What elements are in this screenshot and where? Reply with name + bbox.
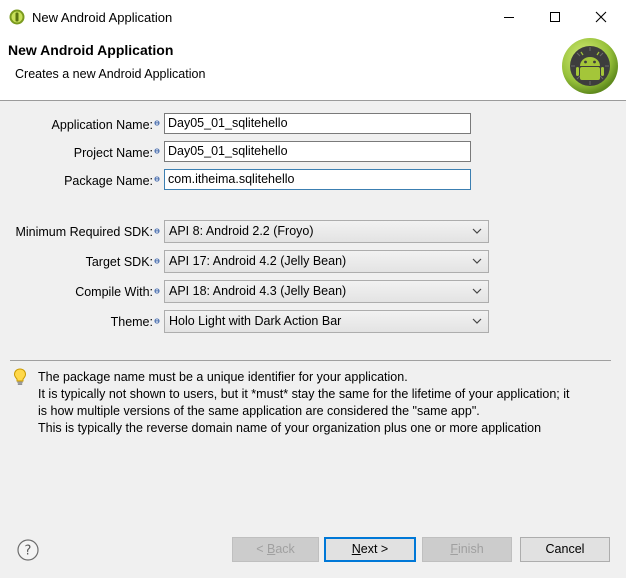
back-button[interactable]: < Back <box>232 537 319 562</box>
info-decorator-icon <box>154 148 160 154</box>
info-text-line: The package name must be a unique identi… <box>38 370 408 384</box>
close-icon <box>595 11 607 23</box>
info-decorator-icon <box>154 228 160 234</box>
info-text-line: is how multiple versions of the same app… <box>38 404 480 418</box>
lightbulb-icon <box>13 368 27 385</box>
theme-label: Theme: <box>110 315 153 329</box>
info-decorator-icon <box>154 258 160 264</box>
svg-text:?: ? <box>25 544 32 559</box>
chevron-down-icon <box>472 288 482 294</box>
compile-with-dropdown[interactable]: API 18: Android 4.3 (Jelly Bean) <box>164 280 489 303</box>
section-divider <box>10 360 611 361</box>
chevron-down-icon <box>472 258 482 264</box>
compile-with-label: Compile With: <box>75 285 153 299</box>
finish-button[interactable]: Finish <box>422 537 512 562</box>
project-name-label: Project Name: <box>73 146 153 160</box>
info-text-line: This is typically the reverse domain nam… <box>38 421 542 435</box>
project-name-field[interactable]: Day05_01_sqlitehello <box>164 141 471 162</box>
theme-value: Holo Light with Dark Action Bar <box>169 314 342 328</box>
info-decorator-icon <box>154 318 160 324</box>
help-icon[interactable]: ? <box>17 539 39 561</box>
target-sdk-label: Target SDK: <box>85 255 153 269</box>
page-title: New Android Application <box>8 42 174 58</box>
application-name-field[interactable]: Day05_01_sqlitehello <box>164 113 471 134</box>
info-text-line: It is typically not shown to users, but … <box>38 387 570 401</box>
maximize-button[interactable] <box>532 0 578 34</box>
maximize-icon <box>550 12 560 22</box>
compile-with-value: API 18: Android 4.3 (Jelly Bean) <box>169 284 347 298</box>
close-button[interactable] <box>578 0 624 34</box>
chevron-down-icon <box>472 318 482 324</box>
target-sdk-value: API 17: Android 4.2 (Jelly Bean) <box>169 254 347 268</box>
chevron-down-icon <box>472 228 482 234</box>
minimum-sdk-label: Minimum Required SDK: <box>15 225 153 239</box>
minimum-sdk-value: API 8: Android 2.2 (Froyo) <box>169 224 314 238</box>
info-decorator-icon <box>154 176 160 182</box>
info-decorator-icon <box>154 120 160 126</box>
application-name-label: Application Name: <box>51 118 153 132</box>
window-title: New Android Application <box>32 10 173 25</box>
theme-dropdown[interactable]: Holo Light with Dark Action Bar <box>164 310 489 333</box>
package-name-field[interactable]: com.itheima.sqlitehello <box>164 169 471 190</box>
android-logo-icon <box>562 38 618 94</box>
minimize-icon <box>504 17 514 18</box>
eclipse-app-icon <box>9 9 25 25</box>
package-name-label: Package Name: <box>64 174 153 188</box>
info-decorator-icon <box>154 288 160 294</box>
minimize-button[interactable] <box>486 0 532 34</box>
next-button[interactable]: Next > <box>324 537 416 562</box>
minimum-sdk-dropdown[interactable]: API 8: Android 2.2 (Froyo) <box>164 220 489 243</box>
page-description: Creates a new Android Application <box>15 67 206 81</box>
target-sdk-dropdown[interactable]: API 17: Android 4.2 (Jelly Bean) <box>164 250 489 273</box>
cancel-button[interactable]: Cancel <box>520 537 610 562</box>
